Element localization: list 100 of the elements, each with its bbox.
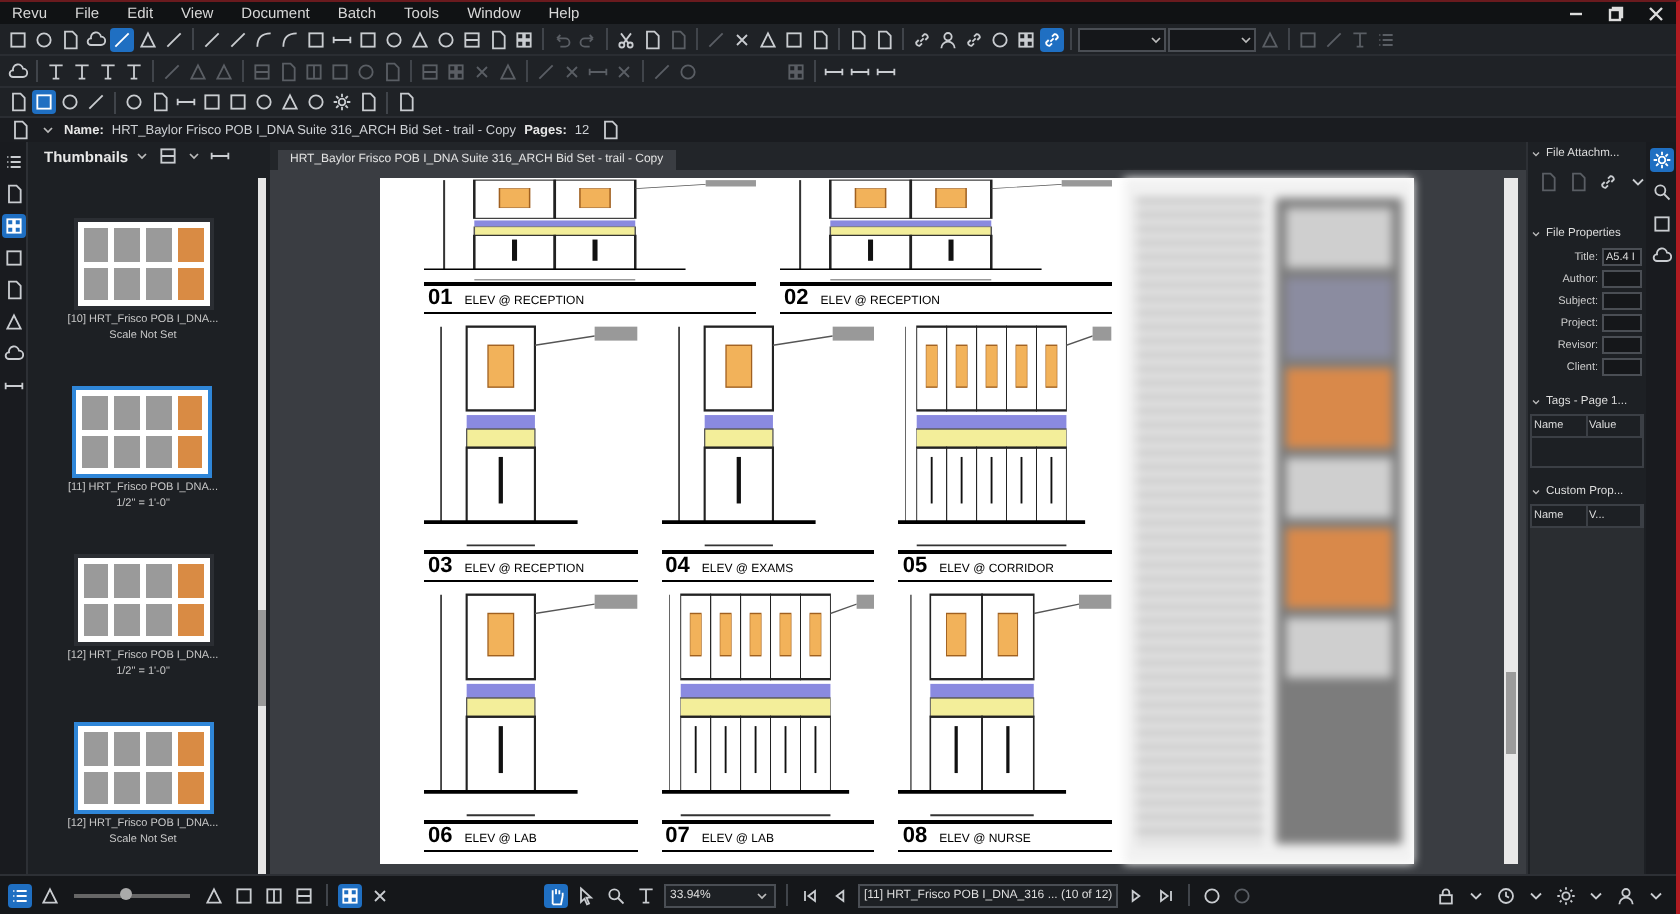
circle-icon[interactable] — [58, 90, 82, 114]
circle-icon[interactable] — [382, 27, 406, 51]
link-icon[interactable] — [962, 27, 986, 51]
link-icon[interactable] — [910, 27, 934, 51]
page-icon[interactable] — [58, 27, 82, 51]
cloud-icon[interactable] — [6, 59, 30, 83]
square-icon[interactable] — [232, 883, 256, 907]
page-icon[interactable] — [872, 27, 896, 51]
close-icon[interactable] — [1648, 5, 1664, 21]
circle-icon[interactable] — [988, 27, 1012, 51]
page-icon[interactable] — [356, 90, 380, 114]
scrollbar[interactable] — [258, 178, 266, 874]
page-icon[interactable] — [148, 90, 172, 114]
grid-icon[interactable] — [338, 883, 362, 907]
cloud-icon[interactable] — [1649, 244, 1673, 268]
triangle-icon[interactable] — [136, 27, 160, 51]
settings-icon[interactable] — [330, 90, 354, 114]
chevron-down-icon[interactable] — [40, 122, 56, 138]
clock-icon[interactable] — [1494, 883, 1518, 907]
square-icon[interactable] — [32, 90, 56, 114]
chevron-down-icon[interactable] — [1238, 31, 1254, 47]
square-icon[interactable] — [1, 246, 25, 270]
scissors-icon[interactable] — [614, 27, 638, 51]
page-icon[interactable] — [846, 27, 870, 51]
square-icon[interactable] — [6, 27, 30, 51]
square-icon[interactable] — [304, 27, 328, 51]
triangle-icon[interactable] — [202, 883, 226, 907]
curve-icon[interactable] — [252, 27, 276, 51]
page-icon[interactable] — [808, 27, 832, 51]
lock-icon[interactable] — [1434, 883, 1458, 907]
circle-icon[interactable] — [252, 90, 276, 114]
search-icon[interactable] — [604, 883, 628, 907]
person-icon[interactable] — [1614, 883, 1638, 907]
chevron-down-icon[interactable] — [134, 148, 151, 164]
first-page-icon[interactable] — [798, 883, 822, 907]
circle-icon[interactable] — [304, 90, 328, 114]
split-view-icon[interactable] — [262, 883, 286, 907]
page-icon[interactable] — [640, 27, 664, 51]
circle-icon[interactable] — [32, 27, 56, 51]
page-thumbnail[interactable] — [73, 554, 213, 646]
triangle-icon[interactable] — [38, 883, 62, 907]
scrollbar[interactable] — [1504, 178, 1518, 864]
square-icon[interactable] — [226, 90, 250, 114]
square-icon[interactable] — [200, 90, 224, 114]
text-tool-icon[interactable] — [70, 59, 94, 83]
input-field[interactable] — [1602, 336, 1642, 354]
square-icon[interactable] — [1649, 212, 1673, 236]
list-icon[interactable] — [1, 150, 25, 174]
chevron-down-icon[interactable] — [186, 148, 203, 164]
chevron-down-icon[interactable] — [1148, 31, 1164, 47]
square-icon[interactable] — [782, 27, 806, 51]
circle-icon[interactable] — [122, 90, 146, 114]
line-icon[interactable] — [226, 27, 250, 51]
text-tool-icon[interactable] — [634, 883, 658, 907]
grid-icon[interactable] — [1014, 27, 1038, 51]
slider-handle[interactable] — [120, 888, 133, 900]
line-icon[interactable] — [162, 27, 186, 51]
text-tool-icon[interactable] — [122, 59, 146, 83]
input-field[interactable] — [1602, 314, 1642, 332]
line-icon[interactable] — [84, 90, 108, 114]
link-icon[interactable] — [1040, 27, 1064, 51]
triangle-icon[interactable] — [278, 90, 302, 114]
grid-icon[interactable] — [512, 27, 536, 51]
pointer-icon[interactable] — [574, 883, 598, 907]
hand-icon[interactable] — [544, 883, 568, 907]
page-thumbnail[interactable] — [73, 722, 213, 814]
page-thumbnail[interactable] — [73, 218, 213, 310]
input-field[interactable] — [1602, 270, 1642, 288]
triangle-icon[interactable] — [408, 27, 432, 51]
circle-icon[interactable] — [1200, 883, 1225, 907]
circle-icon[interactable] — [434, 27, 458, 51]
sun-icon[interactable] — [1554, 883, 1578, 907]
text-tool-icon[interactable] — [44, 59, 68, 83]
line-icon[interactable] — [110, 27, 134, 51]
square-icon[interactable] — [356, 27, 380, 51]
curve-icon[interactable] — [278, 27, 302, 51]
triangle-icon[interactable] — [756, 27, 780, 51]
cloud-icon[interactable] — [84, 27, 108, 51]
rows-view-icon[interactable] — [156, 144, 181, 168]
rows-view-icon[interactable] — [292, 883, 316, 907]
chevron-down-icon[interactable] — [754, 887, 770, 903]
restore-icon[interactable] — [1608, 5, 1624, 21]
page-thumbnail[interactable] — [72, 386, 213, 478]
link-icon[interactable] — [1596, 170, 1620, 194]
chevron-down-icon[interactable] — [1530, 228, 1542, 240]
grid-icon[interactable] — [1, 214, 25, 238]
chevron-down-icon[interactable] — [1530, 486, 1542, 498]
input-field[interactable] — [1602, 358, 1642, 376]
line-icon[interactable] — [200, 27, 224, 51]
list-icon[interactable] — [8, 883, 32, 907]
triangle-icon[interactable] — [1, 310, 25, 334]
rows-view-icon[interactable] — [460, 27, 484, 51]
page-icon[interactable] — [394, 90, 418, 114]
person-icon[interactable] — [936, 27, 960, 51]
page-icon[interactable] — [486, 27, 510, 51]
input-field[interactable] — [1602, 292, 1642, 310]
page-icon[interactable] — [8, 118, 32, 142]
chevron-down-icon[interactable] — [1530, 148, 1542, 160]
page-icon[interactable] — [6, 90, 30, 114]
chevron-down-icon[interactable] — [1530, 396, 1542, 408]
